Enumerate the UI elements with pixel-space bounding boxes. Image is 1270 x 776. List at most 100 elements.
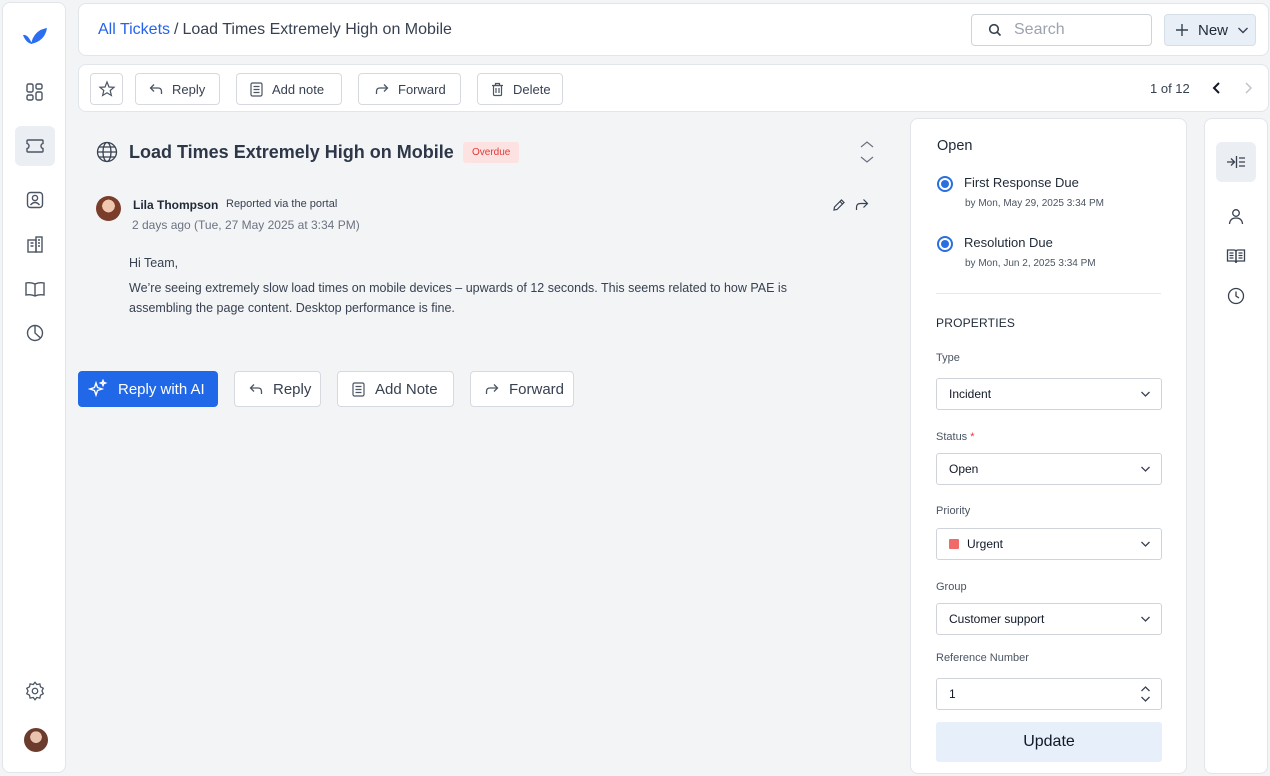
new-button[interactable]: New	[1164, 14, 1256, 46]
right-rail	[1204, 118, 1268, 774]
chevron-down-icon	[1140, 390, 1151, 398]
resolution-due: by Mon, Jun 2, 2025 3:34 PM	[965, 258, 1096, 269]
note-icon	[250, 81, 263, 97]
type-label: Type	[936, 352, 960, 364]
type-value: Incident	[949, 387, 992, 401]
reply-with-ai-label: Reply with AI	[118, 380, 205, 398]
toolbar-delete-button[interactable]: Delete	[477, 73, 563, 105]
priority-select[interactable]: Urgent	[936, 528, 1162, 560]
reply-with-ai-button[interactable]: Reply with AI	[78, 371, 218, 407]
author-avatar	[96, 196, 121, 221]
toolbar-add-note-button[interactable]: Add note	[236, 73, 342, 105]
toolbar-reply-button[interactable]: Reply	[135, 73, 220, 105]
overdue-badge: Overdue	[463, 142, 520, 163]
priority-color-swatch	[949, 539, 959, 549]
reference-number-input[interactable]: 1	[936, 678, 1162, 710]
dashboard-icon[interactable]	[15, 72, 55, 112]
breadcrumb-current: Load Times Extremely High on Mobile	[182, 21, 452, 38]
new-button-label: New	[1198, 21, 1229, 39]
properties-panel: Open First Response Due by Mon, May 29, …	[910, 118, 1187, 774]
forward-label: Forward	[509, 380, 565, 398]
knowledge-base-icon[interactable]	[1216, 236, 1256, 276]
contacts-icon[interactable]	[15, 180, 55, 220]
author-name[interactable]: Lila Thompson	[133, 198, 218, 212]
reference-number-value: 1	[949, 687, 956, 701]
star-icon	[98, 80, 116, 98]
reply-icon	[249, 383, 263, 395]
trash-icon	[491, 82, 504, 97]
header: All Tickets / Load Times Extremely High on…	[78, 3, 1269, 56]
left-nav	[2, 2, 66, 773]
properties-heading: PROPERTIES	[936, 316, 1016, 330]
first-response-due: by Mon, May 29, 2025 3:34 PM	[965, 198, 1104, 209]
user-avatar[interactable]	[24, 728, 48, 752]
status-label: Status *	[936, 431, 975, 443]
forward-icon	[375, 83, 389, 95]
globe-icon	[96, 141, 118, 163]
ticket-toolbar: Reply Add note Forward Delete 1 of 12	[78, 64, 1269, 112]
edit-icon[interactable]	[832, 198, 846, 212]
toolbar-add-note-label: Add note	[272, 81, 325, 97]
search-box[interactable]	[971, 14, 1152, 46]
message-body: Hi Team, We’re seeing extremely slow loa…	[129, 253, 849, 323]
required-marker: *	[970, 431, 975, 443]
knowledge-base-icon[interactable]	[15, 269, 55, 309]
search-icon	[988, 23, 1002, 37]
add-note-label: Add Note	[375, 380, 438, 398]
reported-via: Reported via the portal	[226, 198, 338, 210]
reply-icon	[149, 83, 163, 95]
status-select[interactable]: Open	[936, 453, 1162, 485]
divider	[936, 293, 1161, 294]
expand-collapse-icon[interactable]	[859, 140, 875, 164]
group-label: Group	[936, 581, 967, 593]
first-response-label: First Response Due	[964, 175, 1079, 190]
status-title: Open	[937, 138, 973, 154]
group-value: Customer support	[949, 612, 1045, 626]
chevron-down-icon	[1140, 615, 1151, 623]
tickets-icon[interactable]	[15, 126, 55, 166]
toolbar-forward-label: Forward	[398, 81, 446, 97]
reports-icon[interactable]	[15, 313, 55, 353]
priority-value: Urgent	[967, 537, 1004, 551]
breadcrumb-all-tickets[interactable]: All Tickets	[98, 21, 170, 38]
first-response-radio[interactable]	[937, 176, 953, 192]
plus-icon	[1175, 23, 1189, 37]
previous-ticket-icon[interactable]	[1209, 80, 1225, 96]
status-value: Open	[949, 462, 979, 476]
collapse-panel-icon[interactable]	[1216, 142, 1256, 182]
chevron-down-icon	[1237, 26, 1249, 34]
toolbar-delete-label: Delete	[513, 81, 551, 97]
update-button[interactable]: Update	[936, 722, 1162, 762]
reported-time: 2 days ago (Tue, 27 May 2025 at 3:34 PM)	[132, 218, 360, 232]
settings-icon[interactable]	[15, 671, 55, 711]
breadcrumb: All Tickets / Load Times Extremely High on…	[98, 21, 452, 39]
toolbar-reply-label: Reply	[172, 81, 206, 97]
note-icon	[352, 381, 365, 397]
sparkle-icon	[88, 379, 108, 399]
reference-number-label: Reference Number	[936, 652, 1029, 664]
group-select[interactable]: Customer support	[936, 603, 1162, 635]
companies-icon[interactable]	[15, 225, 55, 265]
resolution-radio[interactable]	[937, 236, 953, 252]
message-forward-icon[interactable]	[855, 198, 869, 211]
forward-button[interactable]: Forward	[470, 371, 574, 407]
forward-icon	[485, 383, 499, 395]
stepper-icon[interactable]	[1140, 685, 1151, 703]
type-select[interactable]: Incident	[936, 378, 1162, 410]
reply-label: Reply	[273, 380, 312, 398]
message-greeting: Hi Team,	[129, 256, 179, 270]
timeline-clock-icon[interactable]	[1216, 276, 1256, 316]
toolbar-forward-button[interactable]: Forward	[358, 73, 461, 105]
pager-text: 1 of 12	[1150, 81, 1190, 96]
contact-details-icon[interactable]	[1216, 196, 1256, 236]
resolution-label: Resolution Due	[964, 235, 1053, 250]
logo-icon[interactable]	[15, 16, 55, 56]
next-ticket-icon[interactable]	[1240, 80, 1256, 96]
chevron-down-icon	[1140, 465, 1151, 473]
search-input[interactable]	[1014, 21, 1144, 39]
star-button[interactable]	[90, 73, 123, 105]
ticket-title: Load Times Extremely High on Mobile	[129, 142, 454, 162]
add-note-button[interactable]: Add Note	[337, 371, 454, 407]
chevron-down-icon	[1140, 540, 1151, 548]
reply-button[interactable]: Reply	[234, 371, 321, 407]
